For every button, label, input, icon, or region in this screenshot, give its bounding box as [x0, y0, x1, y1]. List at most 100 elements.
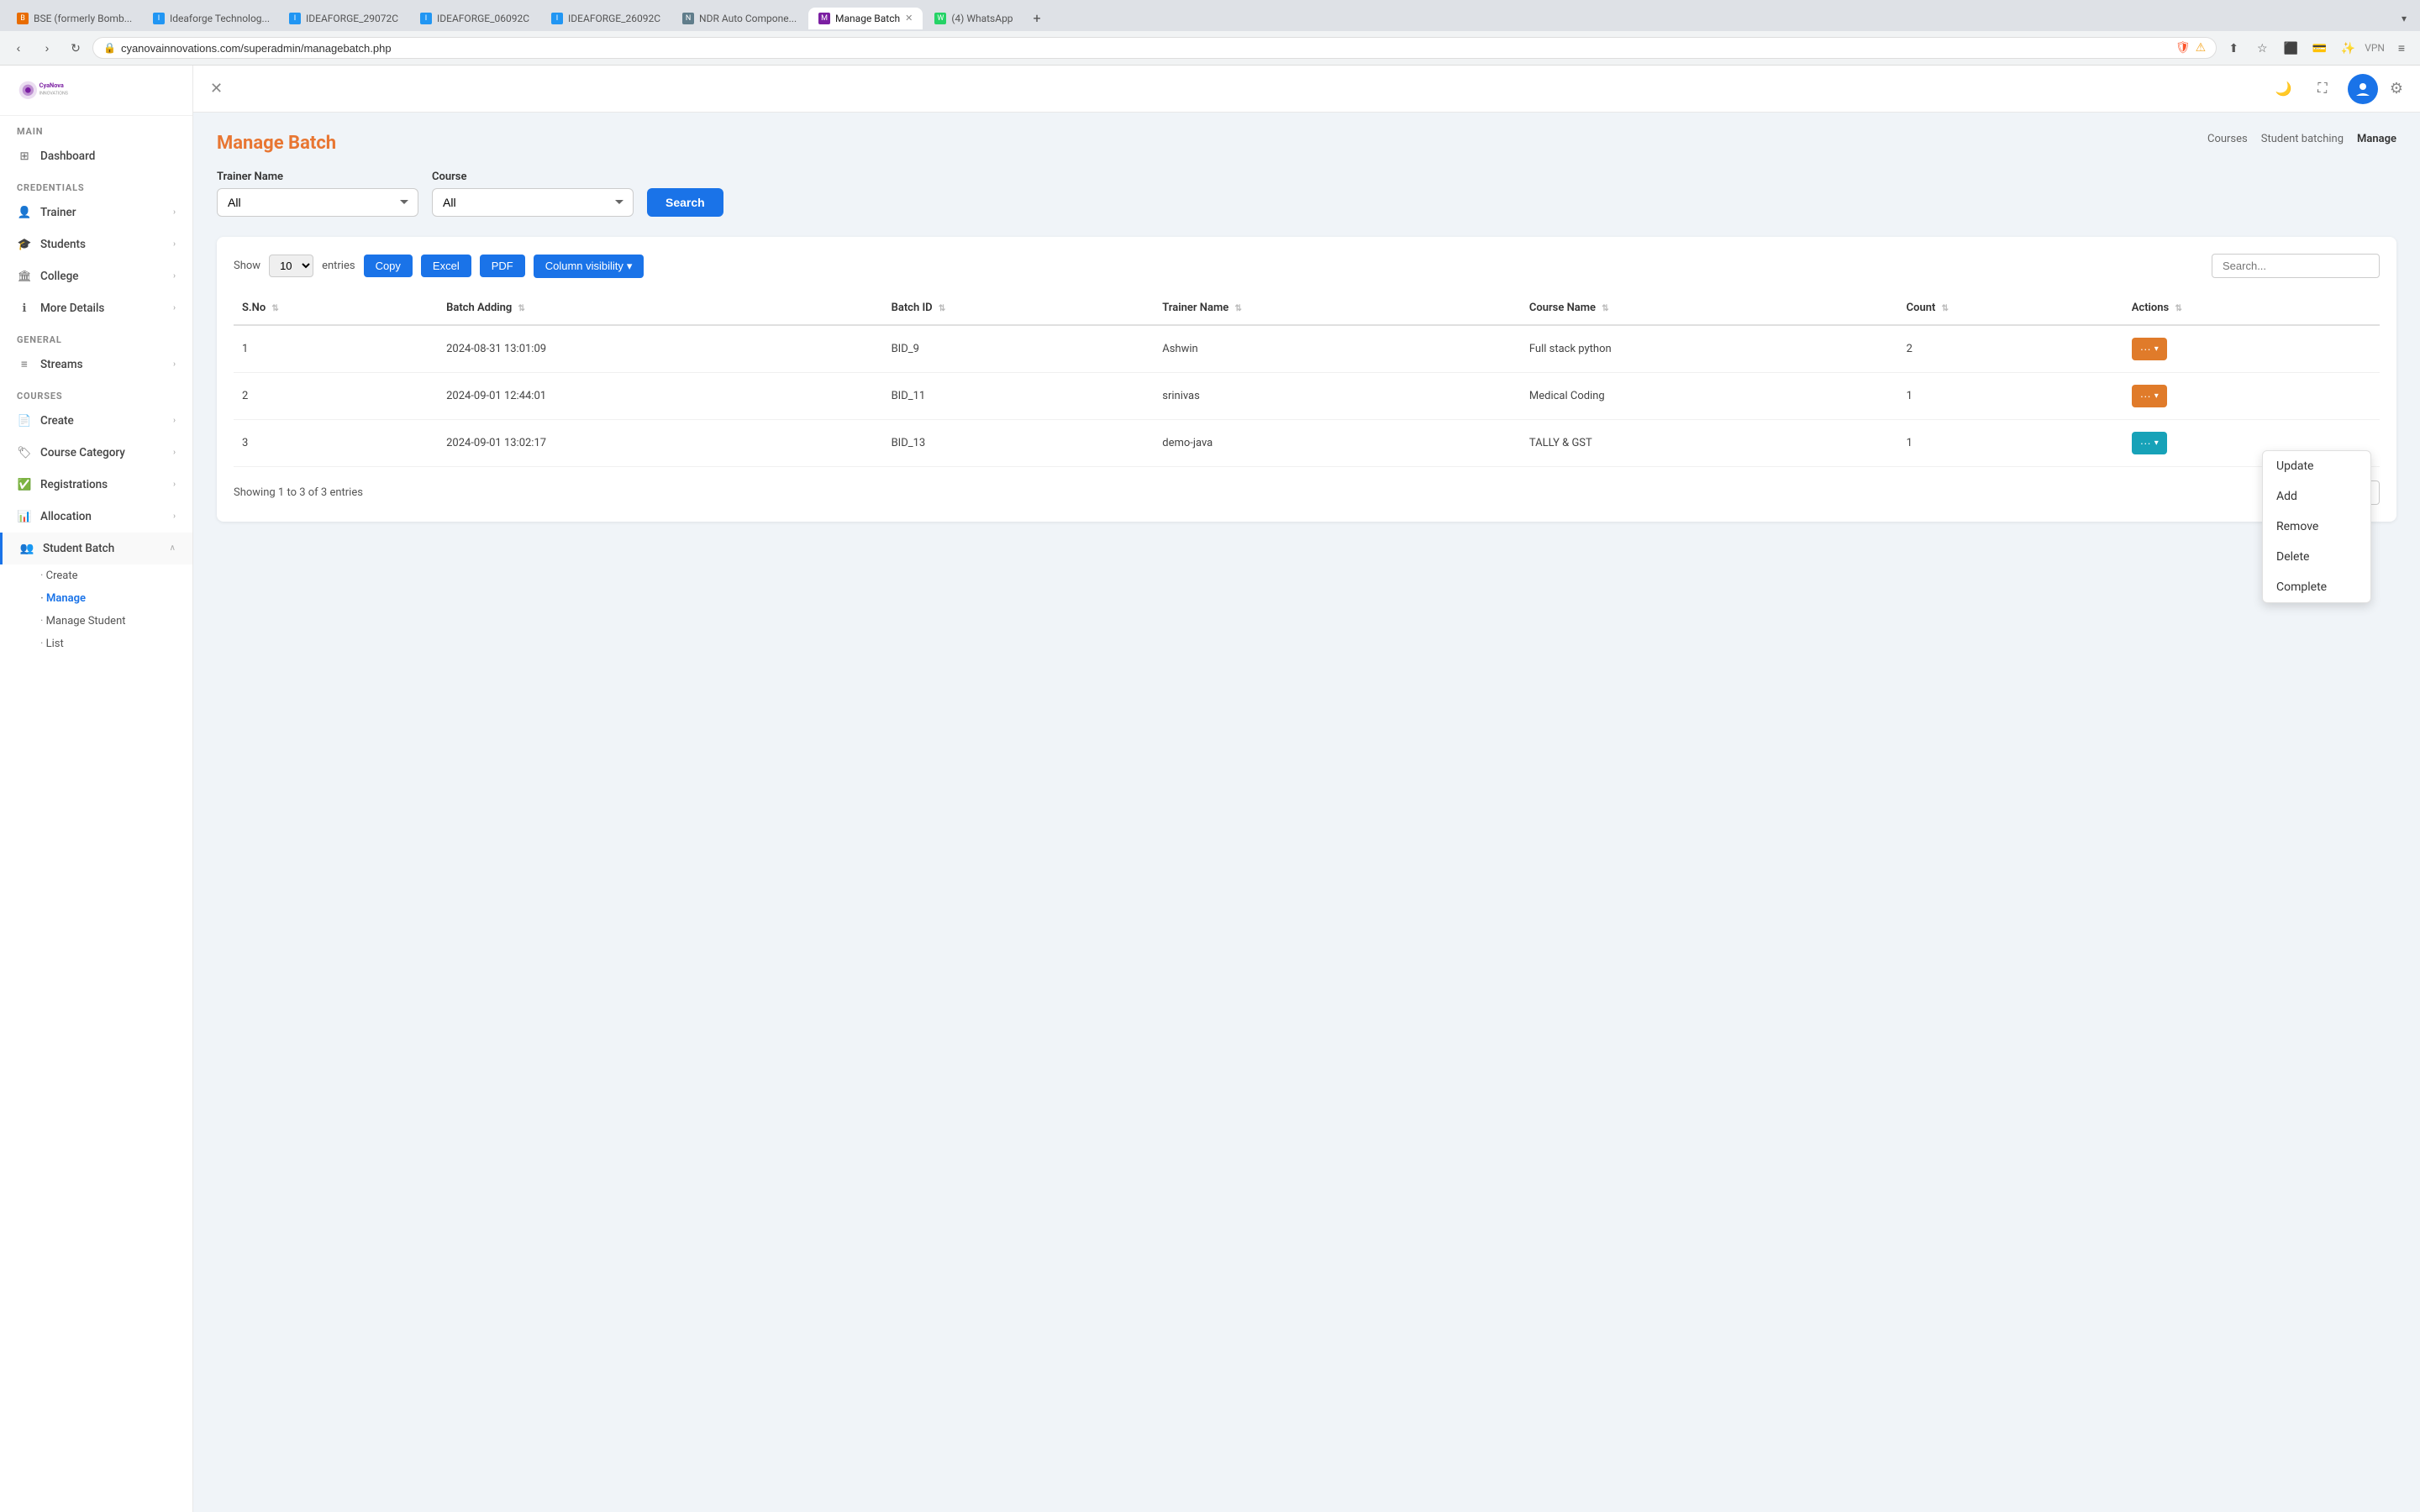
pdf-button[interactable]: PDF	[480, 255, 525, 277]
sidebar-item-streams[interactable]: ≡ Streams ›	[0, 349, 192, 381]
excel-button[interactable]: Excel	[421, 255, 471, 277]
table-search-input[interactable]	[2212, 254, 2380, 278]
copy-button[interactable]: Copy	[364, 255, 413, 277]
tab-label-manage-batch: Manage Batch	[835, 13, 900, 24]
sidebar-item-student-batch[interactable]: 👥 Student Batch ∧	[0, 533, 192, 564]
chevron-right-icon: ›	[173, 360, 176, 369]
svg-text:INNOVATIONS: INNOVATIONS	[39, 92, 68, 97]
share-button[interactable]: ⬆	[2222, 36, 2245, 60]
sort-icon: ⇅	[1602, 304, 1608, 313]
sidebar-section-credentials: CREDENTIALS	[0, 172, 192, 197]
cell-course-name: Full stack python	[1521, 325, 1898, 373]
tab-close-icon[interactable]: ✕	[905, 13, 913, 24]
address-bar[interactable]: 🔒 🛡 ⚠	[92, 37, 2217, 59]
sidebar-sub-list[interactable]: List	[0, 633, 192, 655]
show-label: Show	[234, 260, 260, 272]
url-input[interactable]	[121, 42, 2170, 55]
chevron-right-icon: ›	[173, 239, 176, 249]
sidebar-sub-create[interactable]: Create	[0, 564, 192, 587]
tab-favicon: I	[153, 13, 165, 24]
menu-button[interactable]: ≡	[2390, 36, 2413, 60]
sidebar-item-students[interactable]: 🎓 Students ›	[0, 228, 192, 260]
search-button[interactable]: Search	[647, 188, 723, 217]
browser-toolbar: ‹ › ↻ 🔒 🛡 ⚠ ⬆ ☆ ⬛ 💳 ✨ VPN ≡	[0, 31, 2420, 65]
breadcrumb-courses[interactable]: Courses	[2207, 133, 2248, 145]
close-icon[interactable]: ✕	[210, 80, 223, 97]
entries-select[interactable]: 10 25 50	[269, 255, 313, 277]
tab-favicon: W	[934, 13, 946, 24]
course-filter: Course All	[432, 171, 634, 217]
building-icon: 🏛	[17, 269, 32, 284]
action-dropdown-arrow-icon: ▾	[2154, 438, 2159, 448]
wallet-button[interactable]: 💳	[2307, 36, 2331, 60]
sidebar-toggle[interactable]: ⬛	[2279, 36, 2302, 60]
trainer-name-select[interactable]: All	[217, 188, 418, 217]
browser-tabs: B BSE (formerly Bomb... I Ideaforge Tech…	[0, 0, 2420, 31]
chevron-down-icon: ∧	[170, 543, 176, 553]
sidebar-item-course-category[interactable]: 🏷 Course Category ›	[0, 437, 192, 469]
sidebar-section-main: MAIN	[0, 116, 192, 140]
sidebar-item-more-details[interactable]: ℹ More Details ›	[0, 292, 192, 324]
tab-ideaforge4[interactable]: I IDEAFORGE_26092C	[541, 8, 671, 29]
cell-count: 2	[1898, 325, 2123, 373]
reload-button[interactable]: ↻	[64, 36, 87, 60]
content-area: Manage Batch Courses Student batching Ma…	[193, 113, 2420, 1512]
sort-icon: ⇅	[271, 304, 278, 313]
new-tab-button[interactable]: +	[1025, 5, 1050, 31]
table-header: S.No ⇅ Batch Adding ⇅ Batch ID ⇅ Trainer…	[234, 291, 2380, 325]
graduation-icon: 🎓	[17, 237, 32, 252]
dropdown-item-update[interactable]: Update	[2263, 451, 2370, 481]
sidebar-item-allocation[interactable]: 📊 Allocation ›	[0, 501, 192, 533]
tab-list-button[interactable]: ▾	[2395, 9, 2413, 28]
tab-ideaforge1[interactable]: I Ideaforge Technolog...	[143, 8, 277, 29]
tab-ideaforge2[interactable]: I IDEAFORGE_29072C	[279, 8, 408, 29]
chevron-right-icon: ›	[173, 480, 176, 489]
sidebar-sub-manage-student[interactable]: Manage Student	[0, 610, 192, 633]
course-select[interactable]: All	[432, 188, 634, 217]
tab-ideaforge3[interactable]: I IDEAFORGE_06092C	[410, 8, 539, 29]
app-layout: CyaNova INNOVATIONS MAIN ⊞ Dashboard CRE…	[0, 66, 2420, 1512]
tab-favicon: I	[289, 13, 301, 24]
action-button-row-1[interactable]: ··· ▾	[2132, 338, 2167, 360]
action-button-row-2[interactable]: ··· ▾	[2132, 385, 2167, 407]
tab-bse[interactable]: B BSE (formerly Bomb...	[7, 8, 141, 29]
breadcrumb-manage[interactable]: Manage	[2357, 133, 2396, 145]
bookmark-button[interactable]: ☆	[2250, 36, 2274, 60]
dropdown-item-remove[interactable]: Remove	[2263, 512, 2370, 542]
svg-text:CyaNova: CyaNova	[39, 81, 64, 89]
sidebar-sub-manage[interactable]: Manage	[0, 587, 192, 610]
trainer-name-filter: Trainer Name All	[217, 171, 418, 217]
forward-button[interactable]: ›	[35, 36, 59, 60]
tab-label: (4) WhatsApp	[951, 13, 1013, 24]
sidebar-item-trainer[interactable]: 👤 Trainer ›	[0, 197, 192, 228]
dropdown-item-complete[interactable]: Complete	[2263, 572, 2370, 602]
tab-ndr[interactable]: N NDR Auto Compone...	[672, 8, 807, 29]
sidebar: CyaNova INNOVATIONS MAIN ⊞ Dashboard CRE…	[0, 66, 193, 1512]
tab-label: IDEAFORGE_26092C	[568, 13, 660, 24]
settings-icon[interactable]: ⚙	[2390, 80, 2403, 97]
vpn-label: VPN	[2365, 42, 2385, 54]
back-button[interactable]: ‹	[7, 36, 30, 60]
expand-icon[interactable]: ⛶	[2309, 76, 2336, 102]
table-search	[2212, 254, 2380, 278]
sidebar-item-registrations[interactable]: ✅ Registrations ›	[0, 469, 192, 501]
sidebar-item-create[interactable]: 📄 Create ›	[0, 405, 192, 437]
sidebar-label-trainer: Trainer	[40, 206, 76, 219]
sidebar-item-dashboard[interactable]: ⊞ Dashboard	[0, 140, 192, 172]
user-avatar[interactable]	[2348, 74, 2378, 104]
page-title: Manage Batch	[217, 133, 336, 154]
col-actions: Actions ⇅	[2123, 291, 2380, 325]
cell-sno: 1	[234, 325, 438, 373]
sidebar-section-courses: COURSES	[0, 381, 192, 405]
breadcrumb-student-batching[interactable]: Student batching	[2261, 133, 2344, 145]
sidebar-item-college[interactable]: 🏛 College ›	[0, 260, 192, 292]
dropdown-item-delete[interactable]: Delete	[2263, 542, 2370, 572]
cell-batch-id: BID_9	[883, 325, 1155, 373]
leo-button[interactable]: ✨	[2336, 36, 2360, 60]
tab-whatsapp[interactable]: W (4) WhatsApp	[924, 8, 1023, 29]
dropdown-item-add[interactable]: Add	[2263, 481, 2370, 512]
action-button-row-3[interactable]: ··· ▾	[2132, 432, 2167, 454]
tab-manage-batch[interactable]: M Manage Batch ✕	[808, 8, 923, 29]
moon-icon[interactable]: 🌙	[2270, 76, 2297, 102]
column-visibility-button[interactable]: Column visibility ▾	[534, 255, 644, 278]
